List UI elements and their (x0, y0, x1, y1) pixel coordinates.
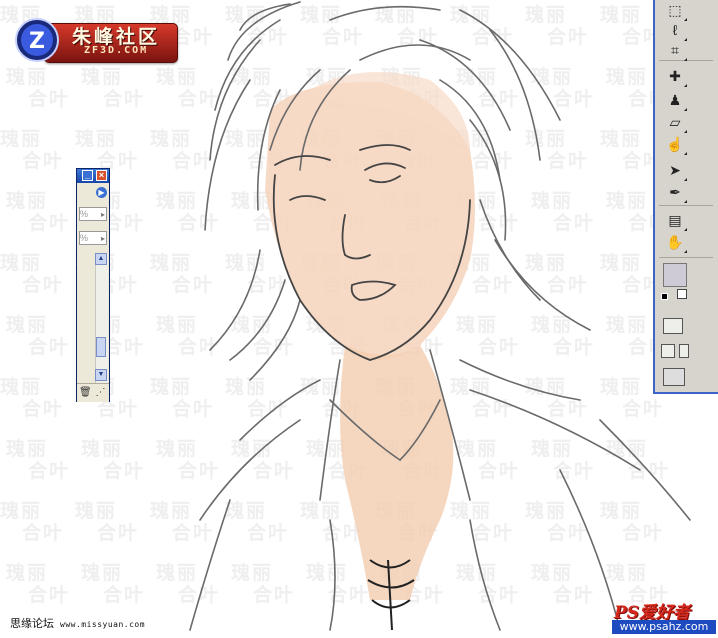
neck-skin (340, 345, 454, 600)
tool-flyout-indicator (684, 250, 687, 253)
hand-icon[interactable]: ✋ (663, 232, 687, 253)
dropdown-arrow-icon[interactable]: ▸ (101, 233, 105, 245)
scroll-thumb[interactable] (96, 337, 106, 357)
scroll-down-icon[interactable]: ▼ (95, 369, 107, 381)
footer-left-text: 思缘论坛 (10, 617, 54, 630)
jump-to-imageready-icon[interactable] (663, 368, 685, 386)
footer-right-url: www.psahz.com (612, 620, 716, 634)
resize-grip-icon[interactable]: ⋰ (95, 386, 106, 399)
tool-flyout-indicator (684, 58, 687, 61)
tool-flyout-indicator (684, 130, 687, 133)
dropdown-arrow-icon[interactable]: ▸ (101, 209, 105, 221)
tool-flyout-indicator (684, 108, 687, 111)
floating-palette[interactable]: _ × ▶ % ▸ % ▸ ▲ ▼ 🗑 ⋰ (76, 168, 110, 402)
marquee-icon[interactable]: ⬚ (663, 0, 687, 21)
tool-flyout-indicator (684, 152, 687, 155)
opacity-field[interactable]: % ▸ (79, 207, 107, 221)
fill-field[interactable]: % ▸ (79, 231, 107, 245)
logo-subtitle: ZF3D.COM (84, 45, 149, 56)
footer-left-url: www.missyuan.com (60, 620, 146, 629)
tool-flyout-indicator (684, 178, 687, 181)
toolbox-panel: ⬚ ℓ ⌗ ✚ ♟ ▱ ☝ ➤ ✒ ▤ ✋ (653, 0, 718, 394)
clone-stamp-icon[interactable]: ♟ (663, 90, 687, 111)
minimize-icon[interactable]: _ (82, 170, 93, 181)
tool-flyout-indicator (684, 200, 687, 203)
healing-brush-icon[interactable]: ✚ (663, 66, 687, 87)
pen-icon[interactable]: ✒ (663, 182, 687, 203)
background-color-swatch[interactable] (677, 289, 687, 299)
document-canvas[interactable]: 瑰丽合叶瑰丽合叶瑰丽合叶瑰丽合叶瑰丽合叶瑰丽合叶瑰丽合叶瑰丽合叶瑰丽合叶瑰丽合叶… (0, 0, 718, 638)
toolbox-separator (659, 205, 713, 206)
notes-icon[interactable]: ▤ (663, 210, 687, 231)
foreground-color-swatch[interactable] (663, 263, 687, 287)
close-icon[interactable]: × (96, 170, 107, 181)
tool-flyout-indicator (684, 84, 687, 87)
fill-field-value: % (80, 233, 89, 243)
toolbox-separator (659, 257, 713, 258)
logo-badge-letter: Z (29, 29, 45, 54)
screen-mode-full-icon[interactable] (679, 344, 689, 358)
lasso-icon[interactable]: ℓ (663, 20, 687, 41)
crop-icon[interactable]: ⌗ (663, 40, 687, 61)
palette-menu-arrow-icon[interactable]: ▶ (96, 187, 107, 198)
palette-titlebar[interactable]: _ × (77, 169, 109, 183)
logo-badge-icon: Z (15, 18, 59, 62)
screen-mode-icon[interactable] (661, 344, 675, 358)
default-colors-icon[interactable] (661, 293, 668, 300)
trash-icon[interactable]: 🗑 (79, 386, 92, 399)
eraser-icon[interactable]: ▱ (663, 112, 687, 133)
smudge-icon[interactable]: ☝ (663, 134, 687, 155)
path-selection-icon[interactable]: ➤ (663, 160, 687, 181)
opacity-field-value: % (80, 209, 89, 219)
palette-scroll-track[interactable] (95, 253, 108, 385)
quick-mask-icon[interactable] (663, 318, 683, 334)
footer-left-credit: 思缘论坛 www.missyuan.com (10, 615, 145, 631)
scroll-up-icon[interactable]: ▲ (95, 253, 107, 265)
palette-bottom-bar: 🗑 ⋰ (77, 383, 109, 402)
tool-flyout-indicator (684, 228, 687, 231)
site-logo: Z 朱峰社区 ZF3D.COM (14, 17, 178, 64)
